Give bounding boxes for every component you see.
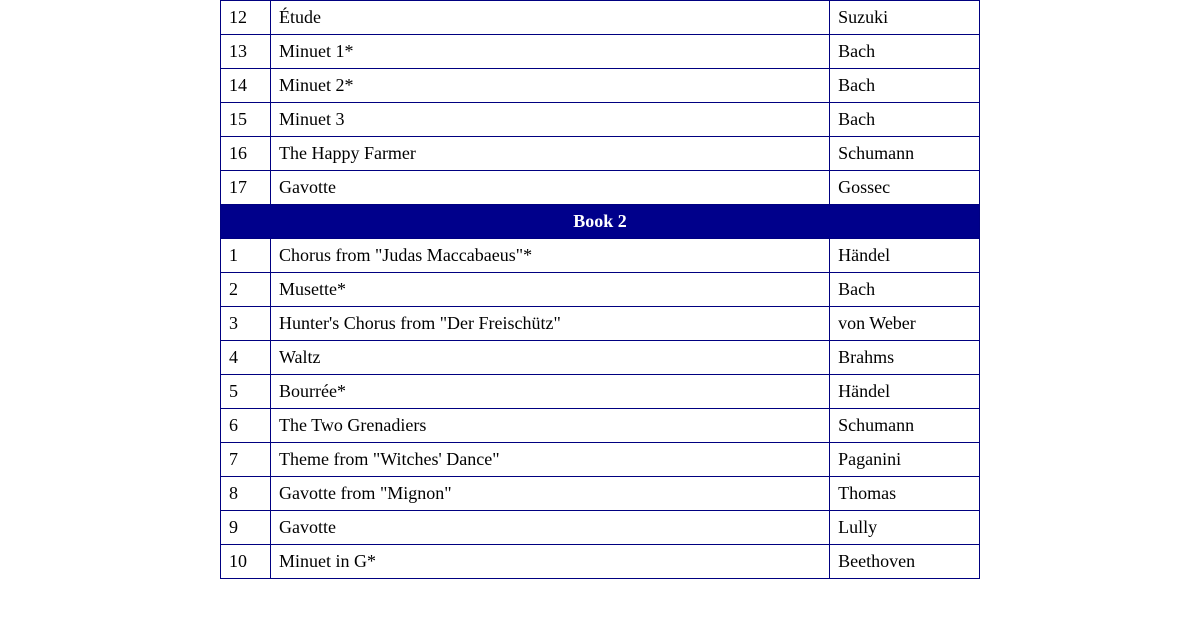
- table-row: 12 Étude Suzuki: [221, 1, 980, 35]
- row-number: 1: [221, 239, 271, 273]
- table-row: 10 Minuet in G* Beethoven: [221, 545, 980, 579]
- row-number: 16: [221, 137, 271, 171]
- table-row: 17 Gavotte Gossec: [221, 171, 980, 205]
- row-composer: von Weber: [830, 307, 980, 341]
- table-row: 7 Theme from "Witches' Dance" Paganini: [221, 443, 980, 477]
- table-row: 13 Minuet 1* Bach: [221, 35, 980, 69]
- row-title: Minuet 2*: [270, 69, 829, 103]
- row-title: Bourrée*: [270, 375, 829, 409]
- row-composer: Brahms: [830, 341, 980, 375]
- row-title: Gavotte: [270, 171, 829, 205]
- table-row: 2 Musette* Bach: [221, 273, 980, 307]
- row-composer: Händel: [830, 239, 980, 273]
- row-number: 14: [221, 69, 271, 103]
- row-title: Minuet 1*: [270, 35, 829, 69]
- row-composer: Bach: [830, 273, 980, 307]
- row-title: Theme from "Witches' Dance": [270, 443, 829, 477]
- row-title: Chorus from "Judas Maccabaeus"*: [270, 239, 829, 273]
- table-row: 4 Waltz Brahms: [221, 341, 980, 375]
- table-row: 6 The Two Grenadiers Schumann: [221, 409, 980, 443]
- row-title: Waltz: [270, 341, 829, 375]
- row-title: Musette*: [270, 273, 829, 307]
- row-title: Minuet in G*: [270, 545, 829, 579]
- music-table: 12 Étude Suzuki 13 Minuet 1* Bach 14 Min…: [220, 0, 980, 579]
- row-composer: Thomas: [830, 477, 980, 511]
- row-number: 13: [221, 35, 271, 69]
- row-composer: Schumann: [830, 409, 980, 443]
- row-composer: Beethoven: [830, 545, 980, 579]
- row-title: Étude: [270, 1, 829, 35]
- row-number: 12: [221, 1, 271, 35]
- row-number: 15: [221, 103, 271, 137]
- row-composer: Bach: [830, 69, 980, 103]
- row-number: 17: [221, 171, 271, 205]
- section-header-label: Book 2: [221, 205, 980, 239]
- row-composer: Bach: [830, 35, 980, 69]
- row-number: 10: [221, 545, 271, 579]
- section-header: Book 2: [221, 205, 980, 239]
- row-composer: Händel: [830, 375, 980, 409]
- row-composer: Lully: [830, 511, 980, 545]
- row-number: 6: [221, 409, 271, 443]
- table-row: 15 Minuet 3 Bach: [221, 103, 980, 137]
- row-title: Gavotte from "Mignon": [270, 477, 829, 511]
- row-title: The Happy Farmer: [270, 137, 829, 171]
- table-row: 9 Gavotte Lully: [221, 511, 980, 545]
- table-row: 5 Bourrée* Händel: [221, 375, 980, 409]
- table-row: 3 Hunter's Chorus from "Der Freischütz" …: [221, 307, 980, 341]
- row-title: The Two Grenadiers: [270, 409, 829, 443]
- row-title: Gavotte: [270, 511, 829, 545]
- row-number: 2: [221, 273, 271, 307]
- table-row: 8 Gavotte from "Mignon" Thomas: [221, 477, 980, 511]
- row-composer: Schumann: [830, 137, 980, 171]
- row-number: 7: [221, 443, 271, 477]
- table-row: 14 Minuet 2* Bach: [221, 69, 980, 103]
- row-number: 5: [221, 375, 271, 409]
- table-row: 1 Chorus from "Judas Maccabaeus"* Händel: [221, 239, 980, 273]
- row-number: 9: [221, 511, 271, 545]
- table-row: 16 The Happy Farmer Schumann: [221, 137, 980, 171]
- row-composer: Bach: [830, 103, 980, 137]
- row-number: 4: [221, 341, 271, 375]
- row-title: Hunter's Chorus from "Der Freischütz": [270, 307, 829, 341]
- row-composer: Suzuki: [830, 1, 980, 35]
- row-number: 3: [221, 307, 271, 341]
- row-composer: Gossec: [830, 171, 980, 205]
- row-composer: Paganini: [830, 443, 980, 477]
- row-number: 8: [221, 477, 271, 511]
- row-title: Minuet 3: [270, 103, 829, 137]
